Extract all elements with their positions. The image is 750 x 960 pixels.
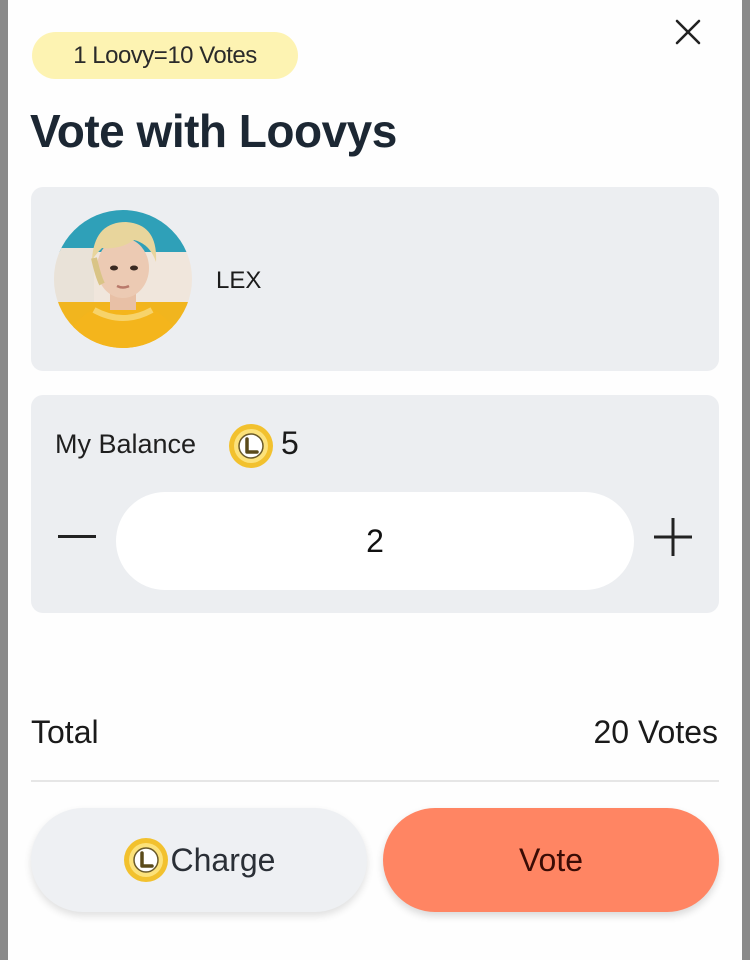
avatar — [54, 210, 192, 348]
artist-card: LEX — [31, 187, 719, 371]
balance-card: My Balance 5 — [31, 395, 719, 613]
balance-label: My Balance — [55, 429, 197, 459]
vote-sheet: 1 Loovy=10 Votes Vote with Loovys LEX My… — [8, 0, 742, 960]
vote-button[interactable]: Vote — [383, 808, 719, 912]
total-value: 20 Votes — [593, 714, 718, 750]
charge-button[interactable]: Charge — [31, 808, 367, 912]
rate-badge: 1 Loovy=10 Votes — [32, 32, 298, 79]
decrement-button[interactable] — [57, 517, 97, 557]
close-button[interactable] — [672, 14, 704, 50]
artist-photo — [54, 210, 192, 348]
balance-value: 5 — [281, 425, 299, 461]
divider — [31, 780, 719, 782]
loovy-coin-icon — [228, 423, 274, 474]
quantity-input[interactable] — [116, 492, 634, 590]
total-label: Total — [31, 714, 99, 750]
increment-button[interactable] — [653, 517, 693, 557]
plus-icon — [654, 518, 692, 556]
artist-name: LEX — [216, 267, 262, 294]
page-title: Vote with Loovys — [30, 105, 397, 157]
charge-label: Charge — [170, 841, 276, 878]
loovy-coin-icon — [123, 837, 169, 883]
minus-icon — [58, 535, 96, 538]
vote-label: Vote — [518, 841, 584, 878]
close-icon — [675, 19, 701, 45]
